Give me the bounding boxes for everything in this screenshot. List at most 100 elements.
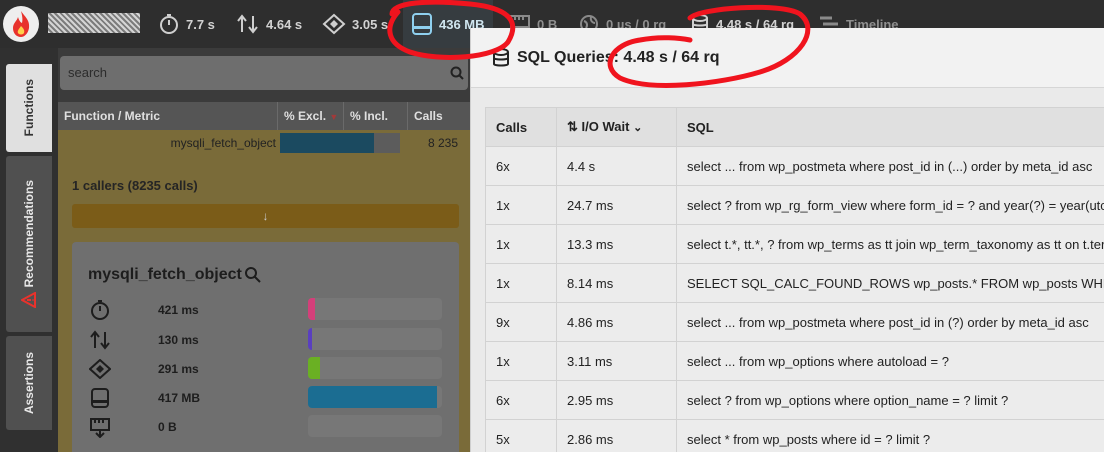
metric-bar — [308, 298, 442, 320]
col-io-wait-label: I/O Wait — [581, 119, 630, 134]
col-sql[interactable]: SQL — [676, 107, 1104, 147]
detail-title-text: mysqli_fetch_object — [88, 266, 242, 283]
metric-value: 421 ms — [158, 303, 199, 317]
metric-bar — [308, 328, 442, 350]
sql-io-wait-cell: 4.86 ms — [556, 302, 677, 342]
sql-query-row[interactable]: 5x 2.86 ms select * from wp_posts where id… — [485, 419, 1104, 452]
sql-query-row[interactable]: 1x 13.3 ms select t.*, tt.*, ? from wp_ter… — [485, 224, 1104, 264]
network-icon — [88, 415, 112, 439]
col-calls[interactable]: Calls — [408, 102, 470, 130]
function-excl-bar — [280, 133, 400, 153]
tab-assertions-label: Assertions — [22, 351, 36, 415]
col-incl[interactable]: % Incl. — [344, 102, 408, 130]
down-arrow-icon: ↓ — [262, 209, 269, 223]
stopwatch-icon — [160, 14, 178, 34]
function-excl-fill — [280, 133, 374, 153]
sql-table-header: Calls ⇅ I/O Wait ⌄ SQL — [485, 107, 1104, 147]
metric-value: 130 ms — [158, 333, 199, 347]
memory-icon — [412, 13, 432, 35]
io-wait-value: 4.64 s — [266, 16, 303, 32]
updown-arrows-icon — [237, 14, 258, 34]
function-detail-card: mysqli_fetch_object 421 ms 130 ms 291 ms — [72, 242, 459, 452]
sql-io-wait-cell: 4.4 s — [556, 146, 677, 186]
cpu-chip-icon — [322, 13, 346, 35]
sql-calls-cell: 1x — [485, 185, 557, 225]
blackfire-logo-icon[interactable] — [3, 6, 39, 42]
database-icon — [493, 47, 509, 66]
search-icon — [450, 66, 464, 80]
wall-time-value: 7.7 s — [186, 16, 215, 32]
col-excl-label: % Excl. — [284, 109, 327, 123]
metric-value: 0 B — [158, 420, 177, 434]
side-tabs: Functions Recommendations Assertions — [0, 48, 58, 452]
tab-recommendations[interactable]: Recommendations — [6, 156, 52, 332]
metric-value: 417 MB — [158, 391, 201, 405]
sql-query-cell: select ? from wp_options where option_na… — [676, 380, 1104, 420]
metric-row-memory: 417 MB — [88, 386, 448, 410]
sql-calls-cell: 9x — [485, 302, 557, 342]
sql-query-row[interactable]: 1x 24.7 ms select ? from wp_rg_form_view w… — [485, 185, 1104, 225]
metric-bar-fill — [308, 328, 313, 350]
metric-bar-fill — [308, 386, 437, 408]
metric-bar-fill — [308, 298, 315, 320]
sql-calls-cell: 1x — [485, 224, 557, 264]
metric-row-cpu: 291 ms — [88, 357, 448, 381]
metric-row-io-wait: 130 ms — [88, 328, 448, 352]
cpu-chip-icon — [88, 357, 112, 381]
sql-query-row[interactable]: 6x 2.95 ms select ? from wp_options where … — [485, 380, 1104, 420]
updown-arrows-icon — [88, 328, 112, 352]
sql-query-row[interactable]: 1x 8.14 ms SELECT SQL_CALC_FOUND_ROWS wp_p… — [485, 263, 1104, 303]
tab-functions-label: Functions — [22, 79, 36, 137]
callers-area: 1 callers (8235 calls) ↓ mysqli_fetch_ob… — [58, 156, 470, 452]
function-row[interactable]: mysqli_fetch_object 8 235 — [58, 130, 470, 156]
profile-name-redacted[interactable] — [48, 13, 140, 33]
function-calls: 8 235 — [427, 136, 458, 150]
sql-io-wait-cell: 3.11 ms — [556, 341, 677, 381]
tab-assertions[interactable]: Assertions — [6, 336, 52, 430]
sql-calls-cell: 6x — [485, 146, 557, 186]
search-button[interactable] — [446, 56, 468, 90]
sql-query-cell: select ... from wp_postmeta where post_i… — [676, 146, 1104, 186]
metric-bar-fill — [308, 357, 321, 379]
sql-query-cell: select ... from wp_options where autoloa… — [676, 341, 1104, 381]
detail-title: mysqli_fetch_object — [88, 266, 262, 284]
caller-bar[interactable]: ↓ — [72, 204, 459, 228]
chevron-down-icon: ⌄ — [633, 122, 643, 134]
sql-calls-cell: 6x — [485, 380, 557, 420]
sql-io-wait-cell: 2.86 ms — [556, 419, 677, 452]
sql-queries-panel: SQL Queries: 4.48 s / 64 rq Calls ⇅ I/O … — [470, 28, 1104, 452]
col-io-wait[interactable]: ⇅ I/O Wait ⌄ — [556, 107, 677, 147]
tab-functions[interactable]: Functions — [6, 64, 52, 152]
sql-panel-title-value: 4.48 s / 64 rq — [623, 48, 720, 66]
col-function-metric[interactable]: Function / Metric — [58, 102, 278, 130]
col-calls[interactable]: Calls — [485, 107, 557, 147]
sql-query-cell: SELECT SQL_CALC_FOUND_ROWS wp_posts.* FR… — [676, 263, 1104, 303]
cpu-value: 3.05 s — [352, 16, 389, 32]
sql-query-cell: select ? from wp_rg_form_view where form… — [676, 185, 1104, 225]
sort-down-icon: ▼ — [329, 112, 339, 122]
cpu-metric[interactable]: 3.05 s — [322, 0, 388, 48]
functions-table-header: Function / Metric % Excl. ▼ % Incl. Call… — [58, 102, 470, 130]
search-icon[interactable] — [244, 266, 262, 284]
warning-triangle-icon — [21, 291, 36, 308]
sql-calls-cell: 5x — [485, 419, 557, 452]
sql-query-cell: select ... from wp_postmeta where post_i… — [676, 302, 1104, 342]
sql-io-wait-cell: 24.7 ms — [556, 185, 677, 225]
sql-calls-cell: 1x — [485, 263, 557, 303]
sql-calls-cell: 1x — [485, 341, 557, 381]
sql-query-row[interactable]: 1x 3.11 ms select ... from wp_options wher… — [485, 341, 1104, 381]
function-name: mysqli_fetch_object — [170, 136, 276, 150]
metric-bar — [308, 357, 442, 379]
io-wait-metric[interactable]: 4.64 s — [236, 0, 302, 48]
metric-row-wall-time: 421 ms — [88, 298, 448, 322]
stopwatch-icon — [88, 298, 112, 322]
metric-value: 291 ms — [158, 362, 199, 376]
search-input[interactable]: search — [60, 56, 468, 90]
col-excl[interactable]: % Excl. ▼ — [278, 102, 344, 130]
memory-icon — [88, 386, 112, 410]
functions-panel: search Function / Metric % Excl. ▼ % Inc… — [58, 48, 470, 452]
sql-query-row[interactable]: 9x 4.86 ms select ... from wp_postmeta whe… — [485, 302, 1104, 342]
sql-query-row[interactable]: 6x 4.4 s select ... from wp_postmeta where… — [485, 146, 1104, 186]
wall-time-metric[interactable]: 7.7 s — [158, 0, 215, 48]
tab-recommendations-label: Recommendations — [22, 180, 36, 288]
